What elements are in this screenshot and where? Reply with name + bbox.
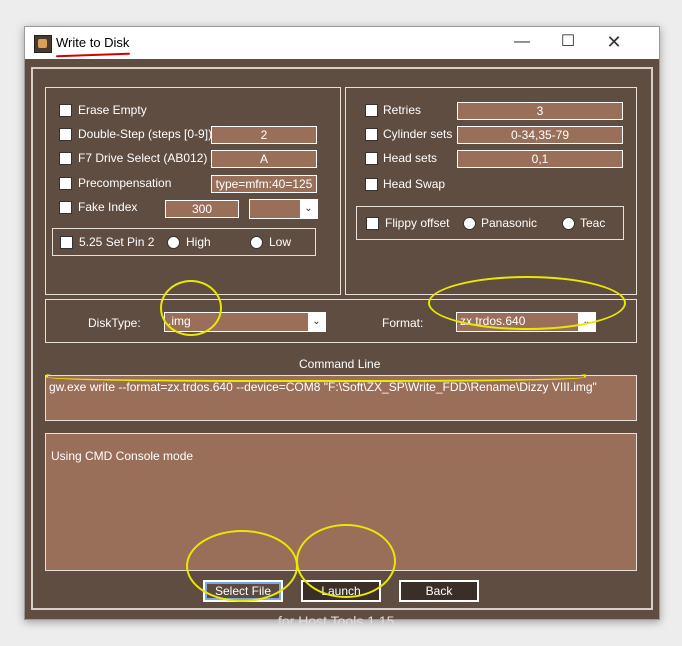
command-line-label: Command Line xyxy=(299,357,381,371)
flippy-teac-label: Teac xyxy=(580,216,606,230)
pin2-group: 5.25 Set Pin 2 High Low xyxy=(52,228,316,256)
back-button[interactable]: Back xyxy=(399,580,479,602)
console-output[interactable]: Using CMD Console mode xyxy=(45,433,637,571)
fake-index-label: Fake Index xyxy=(78,200,138,214)
fake-index-unit-dropdown[interactable]: ⌄ xyxy=(249,199,318,219)
f7-drive-select-label: F7 Drive Select (AB012) xyxy=(78,151,208,165)
pin2-low-label: Low xyxy=(269,235,292,249)
chevron-down-icon[interactable]: ⌄ xyxy=(308,313,325,331)
format-label: Format: xyxy=(382,316,424,330)
double-step-label: Double-Step (steps [0-9]) xyxy=(78,127,213,141)
title-underline-mark xyxy=(55,52,131,58)
pin2-label: 5.25 Set Pin 2 xyxy=(79,235,155,249)
disktype-label: DiskType: xyxy=(88,316,141,330)
double-step-input[interactable]: 2 xyxy=(211,126,317,144)
fake-index-checkbox[interactable] xyxy=(59,201,72,214)
right-options-group: Retries 3 Cylinder sets 0-34,35-79 Head … xyxy=(345,87,637,295)
close-button[interactable]: ✕ xyxy=(591,27,637,59)
head-sets-checkbox[interactable] xyxy=(365,152,378,165)
left-options-group: Erase Empty Double-Step (steps [0-9]) 2 … xyxy=(45,87,341,295)
flippy-offset-checkbox[interactable] xyxy=(366,217,379,230)
command-line-box[interactable]: gw.exe write --format=zx.trdos.640 --dev… xyxy=(45,375,637,421)
cylinder-sets-label: Cylinder sets xyxy=(383,127,453,141)
f7-drive-input[interactable]: A xyxy=(211,150,317,168)
select-file-button[interactable]: Select File xyxy=(203,580,283,602)
maximize-button[interactable]: ☐ xyxy=(545,27,591,59)
flippy-teac-radio[interactable] xyxy=(562,217,575,230)
command-line-text: gw.exe write --format=zx.trdos.640 --dev… xyxy=(49,380,597,394)
double-step-checkbox[interactable] xyxy=(59,128,72,141)
pin2-high-label: High xyxy=(186,235,211,249)
fake-index-input[interactable]: 300 xyxy=(165,200,239,218)
erase-empty-label: Erase Empty xyxy=(78,103,147,117)
flippy-panasonic-radio[interactable] xyxy=(463,217,476,230)
retries-checkbox[interactable] xyxy=(365,104,378,117)
disktype-dropdown[interactable]: .img ⌄ xyxy=(164,312,326,332)
format-value: zx.trdos.640 xyxy=(460,314,526,328)
disktype-value: .img xyxy=(168,314,191,328)
precompensation-label: Precompensation xyxy=(78,176,172,190)
f7-drive-select-checkbox[interactable] xyxy=(59,152,72,165)
footer-version-text: for Host Tools 1.15 xyxy=(278,613,395,629)
cylinder-sets-input[interactable]: 0-34,35-79 xyxy=(457,126,623,144)
retries-input[interactable]: 3 xyxy=(457,102,623,120)
pin2-low-radio[interactable] xyxy=(250,236,263,249)
launch-button[interactable]: Launch xyxy=(301,580,381,602)
flippy-panasonic-label: Panasonic xyxy=(481,216,538,230)
cylinder-sets-checkbox[interactable] xyxy=(365,128,378,141)
pin2-checkbox[interactable] xyxy=(60,236,73,249)
minimize-button[interactable]: — xyxy=(499,27,545,59)
console-text: Using CMD Console mode xyxy=(51,449,194,463)
write-to-disk-window: Write to Disk — ☐ ✕ Erase Empty Double-S… xyxy=(24,26,660,629)
retries-label: Retries xyxy=(383,103,422,117)
chevron-down-icon[interactable]: ⌄ xyxy=(300,200,317,218)
head-sets-label: Head sets xyxy=(383,151,438,165)
flippy-group: Flippy offset Panasonic Teac xyxy=(356,206,624,240)
client-area: Erase Empty Double-Step (steps [0-9]) 2 … xyxy=(31,67,653,629)
precompensation-input[interactable]: type=mfm:40=125 xyxy=(211,175,317,193)
chevron-down-icon[interactable]: ⌄ xyxy=(578,313,595,331)
head-swap-label: Head Swap xyxy=(383,177,446,191)
app-icon xyxy=(34,35,52,53)
erase-empty-checkbox[interactable] xyxy=(59,104,72,117)
window-title: Write to Disk xyxy=(56,35,130,50)
flippy-offset-label: Flippy offset xyxy=(385,216,450,230)
title-bar: Write to Disk — ☐ ✕ xyxy=(25,27,659,59)
head-swap-checkbox[interactable] xyxy=(365,178,378,191)
head-sets-input[interactable]: 0,1 xyxy=(457,150,623,168)
format-dropdown[interactable]: zx.trdos.640 ⌄ xyxy=(456,312,596,332)
precompensation-checkbox[interactable] xyxy=(59,177,72,190)
disk-format-group: DiskType: .img ⌄ Format: zx.trdos.640 ⌄ xyxy=(45,299,637,343)
pin2-high-radio[interactable] xyxy=(167,236,180,249)
